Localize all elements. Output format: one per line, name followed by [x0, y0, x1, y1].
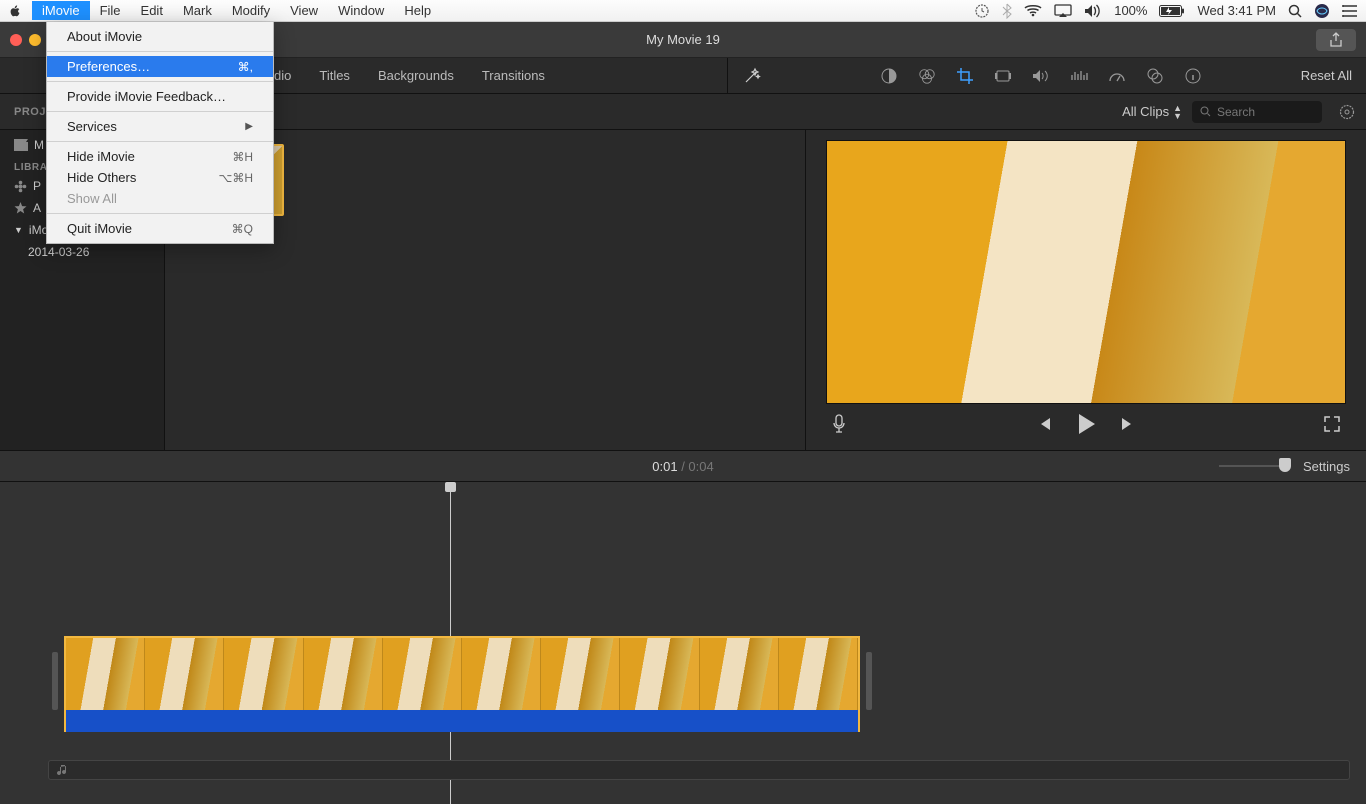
- music-track[interactable]: [48, 760, 1350, 780]
- share-button[interactable]: [1316, 29, 1356, 51]
- volume-icon[interactable]: [1084, 4, 1102, 18]
- speed-icon[interactable]: [1108, 67, 1126, 85]
- menubar-status: 100% Wed 3:41 PM: [974, 3, 1358, 19]
- menu-modify[interactable]: Modify: [222, 1, 280, 20]
- shortcut: ⌥⌘H: [219, 171, 254, 185]
- transport-controls: [826, 404, 1346, 444]
- apple-logo-icon[interactable]: [8, 4, 22, 18]
- search-placeholder: Search: [1217, 105, 1255, 119]
- reset-all-button[interactable]: Reset All: [1301, 68, 1352, 83]
- gear-icon[interactable]: [1338, 103, 1356, 121]
- flower-icon: [14, 180, 27, 193]
- shortcut: ⌘Q: [232, 222, 253, 236]
- noise-reduce-icon[interactable]: [1070, 67, 1088, 85]
- prev-button[interactable]: [1036, 416, 1052, 432]
- color-correction-icon[interactable]: [918, 67, 936, 85]
- bluetooth-icon[interactable]: [1002, 3, 1012, 19]
- menu-mark[interactable]: Mark: [173, 1, 222, 20]
- sidebar-event[interactable]: 2014-03-26: [0, 241, 164, 263]
- timeline-header: 0:01 / 0:04 Settings: [0, 450, 1366, 482]
- filters-icon[interactable]: [1146, 67, 1164, 85]
- clip-audio-track[interactable]: [66, 710, 858, 732]
- color-balance-icon[interactable]: [880, 67, 898, 85]
- battery-percent: 100%: [1114, 3, 1147, 18]
- timeline-clip[interactable]: [64, 636, 860, 732]
- siri-icon[interactable]: [1314, 3, 1330, 19]
- share-icon: [1329, 32, 1343, 48]
- preview-canvas[interactable]: [826, 140, 1346, 404]
- menu-edit[interactable]: Edit: [131, 1, 173, 20]
- menu-about[interactable]: About iMovie: [47, 26, 273, 47]
- menu-separator: [47, 141, 273, 142]
- wifi-icon[interactable]: [1024, 5, 1042, 17]
- zoom-slider-thumb[interactable]: [1279, 458, 1291, 472]
- menu-view[interactable]: View: [280, 1, 328, 20]
- spotlight-icon[interactable]: [1288, 4, 1302, 18]
- chevron-right-icon: ▶: [245, 121, 253, 132]
- shortcut: ⌘H: [232, 150, 253, 164]
- disclosure-triangle-icon: ▼: [14, 225, 23, 235]
- info-icon[interactable]: [1184, 67, 1202, 85]
- volume-adjust-icon[interactable]: [1032, 67, 1050, 85]
- menu-feedback[interactable]: Provide iMovie Feedback…: [47, 86, 273, 107]
- menu-separator: [47, 51, 273, 52]
- menu-hide-others[interactable]: Hide Others⌥⌘H: [47, 167, 273, 188]
- window-title: My Movie 19: [646, 32, 720, 47]
- clip-frames: [66, 638, 858, 710]
- search-input[interactable]: Search: [1192, 101, 1322, 123]
- menu-file[interactable]: File: [90, 1, 131, 20]
- menu-window[interactable]: Window: [328, 1, 394, 20]
- tab-titles[interactable]: Titles: [305, 58, 364, 94]
- music-note-icon: [57, 764, 68, 777]
- menu-help[interactable]: Help: [394, 1, 441, 20]
- shortcut: ⌘,: [238, 60, 253, 74]
- stabilize-icon[interactable]: [994, 67, 1012, 85]
- star-icon: [14, 202, 27, 215]
- clip-trim-right[interactable]: [866, 652, 872, 710]
- crop-icon[interactable]: [956, 67, 974, 85]
- menu-hide[interactable]: Hide iMovie⌘H: [47, 146, 273, 167]
- menu-quit[interactable]: Quit iMovie⌘Q: [47, 218, 273, 239]
- next-button[interactable]: [1120, 416, 1136, 432]
- battery-icon[interactable]: [1159, 5, 1185, 17]
- menu-app[interactable]: iMovie: [32, 1, 90, 20]
- play-button[interactable]: [1076, 413, 1096, 435]
- adjust-toolbar: Reset All: [728, 58, 1366, 93]
- timemachine-icon[interactable]: [974, 3, 990, 19]
- minimize-button[interactable]: [29, 34, 41, 46]
- clock[interactable]: Wed 3:41 PM: [1197, 3, 1276, 18]
- fullscreen-icon[interactable]: [1324, 416, 1340, 432]
- clapperboard-icon: [14, 139, 28, 151]
- imovie-app-menu: About iMovie Preferences…⌘, Provide iMov…: [46, 22, 274, 244]
- search-icon: [1200, 106, 1211, 117]
- clips-filter[interactable]: All Clips▲▼: [1122, 104, 1182, 120]
- timeline[interactable]: [0, 482, 1366, 804]
- menu-preferences[interactable]: Preferences…⌘,: [47, 56, 273, 77]
- tab-backgrounds[interactable]: Backgrounds: [364, 58, 468, 94]
- menu-show-all: Show All: [47, 188, 273, 209]
- updown-icon: ▲▼: [1173, 104, 1182, 120]
- clip-trim-left[interactable]: [52, 652, 58, 710]
- timeline-timecode: 0:01 / 0:04: [652, 459, 713, 474]
- tab-transitions[interactable]: Transitions: [468, 58, 559, 94]
- menu-separator: [47, 213, 273, 214]
- magic-wand-icon[interactable]: [742, 66, 762, 86]
- menu-separator: [47, 81, 273, 82]
- macos-menubar: iMovie File Edit Mark Modify View Window…: [0, 0, 1366, 22]
- airplay-icon[interactable]: [1054, 4, 1072, 18]
- menu-services[interactable]: Services▶: [47, 116, 273, 137]
- notification-icon[interactable]: [1342, 4, 1358, 18]
- menu-separator: [47, 111, 273, 112]
- preview-viewer: [806, 130, 1366, 450]
- close-button[interactable]: [10, 34, 22, 46]
- microphone-icon[interactable]: [832, 414, 846, 434]
- timeline-settings-button[interactable]: Settings: [1303, 459, 1350, 474]
